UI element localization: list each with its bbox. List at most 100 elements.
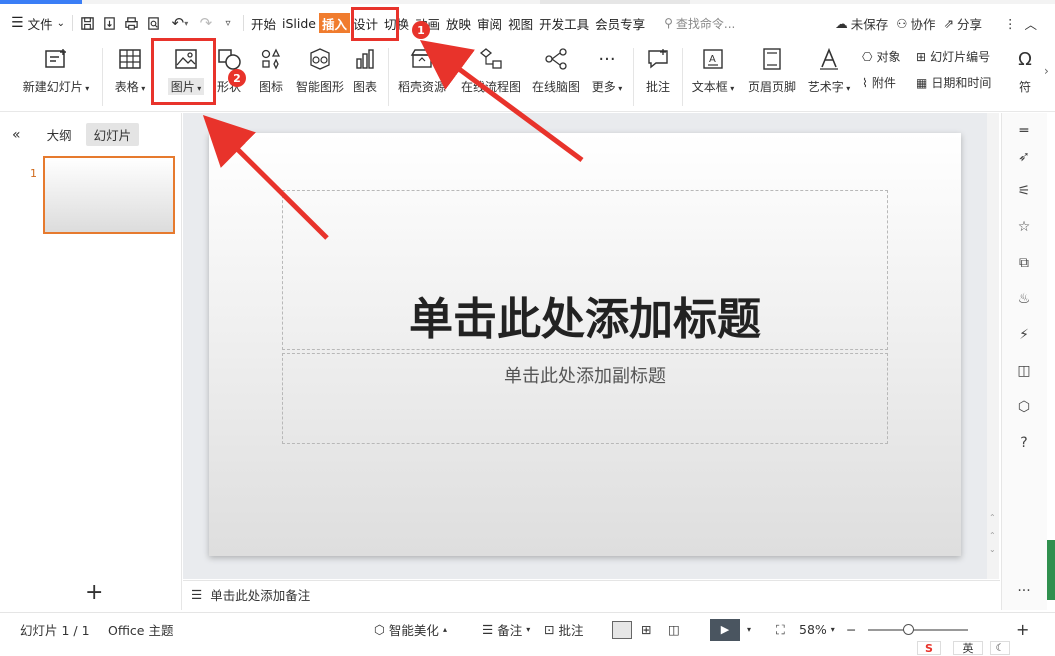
tab-outline[interactable]: 大纲 [47, 125, 72, 144]
title-placeholder[interactable]: 单击此处添加标题 [282, 190, 888, 350]
tab-developer[interactable]: 开发工具 [536, 11, 592, 35]
ribbon-divider [682, 48, 683, 106]
mindmap-icon [541, 44, 571, 74]
tab-review[interactable]: 审阅 [474, 11, 505, 35]
print-icon[interactable] [121, 11, 143, 35]
brush-icon[interactable]: ♨ [1014, 289, 1034, 309]
tab-slides[interactable]: 幻灯片 [85, 123, 140, 146]
share-button[interactable]: ⇗ 分享 [943, 14, 982, 33]
wordart-button[interactable]: 艺术字 ▾ [804, 44, 854, 98]
daoke-resource-button[interactable]: 稻壳资源 [394, 44, 450, 98]
help-icon[interactable]: ? [1014, 433, 1034, 453]
symbol-button[interactable]: Ω 符 [1010, 44, 1040, 98]
more-options-icon[interactable]: ⋮ [1004, 16, 1017, 31]
datetime-button[interactable]: ▦ 日期和时间 [916, 74, 991, 91]
star-icon[interactable]: ☆ [1014, 217, 1034, 237]
slide-counter: 幻灯片 1 / 1 [20, 623, 90, 638]
theme-name[interactable]: Office 主题 [108, 620, 173, 639]
notes-icon: ☰ [191, 587, 203, 602]
table-icon [115, 44, 145, 74]
customize-toolbar-icon[interactable]: ▿ [217, 11, 239, 35]
slideshow-icon[interactable]: ⧉ [1014, 253, 1034, 273]
attachment-button[interactable]: ⌇ 附件 [862, 74, 896, 91]
collab-button[interactable]: ⚇ 协作 [896, 14, 935, 33]
command-search[interactable]: ⚲ 查找命令... [664, 15, 735, 32]
search-placeholder: 查找命令... [675, 16, 736, 31]
export-pdf-icon[interactable] [99, 11, 121, 35]
comment-toggle[interactable]: ⊡ 批注 [544, 620, 584, 639]
subtitle-placeholder[interactable]: 单击此处添加副标题 [282, 353, 888, 444]
chart-button[interactable]: 图表 [348, 44, 382, 98]
divider [71, 15, 73, 31]
notes-toggle[interactable]: ☰ 备注 ▾ [482, 620, 530, 639]
slide-number-button[interactable]: ⊞ 幻灯片编号 [916, 48, 990, 65]
play-icon: ▶ [710, 618, 740, 641]
zoom-level[interactable]: 58% ▾ [799, 622, 835, 637]
menu-bar: ☰ 文件 ⌄ ↶▾ ↷ ▿ 开始 iSlide 插入 设计 切换 动画 放映 审… [0, 6, 1055, 40]
share-label: 分享 [956, 16, 982, 32]
tab-islide[interactable]: iSlide [279, 11, 319, 35]
flowchart-button[interactable]: 在线流程图 [460, 44, 522, 98]
smart-graphic-button[interactable]: 智能图形 [292, 44, 348, 98]
object-button[interactable]: ⎔ 对象 [862, 48, 901, 65]
cube-icon[interactable]: ⬡ [1014, 397, 1034, 417]
tab-view[interactable]: 视图 [505, 11, 536, 35]
table-button[interactable]: 表格 ▾ [110, 44, 150, 98]
book-icon[interactable]: ◫ [1014, 361, 1034, 381]
attachment-label: 附件 [871, 76, 896, 90]
print-preview-icon[interactable] [143, 11, 165, 35]
adjust-icon[interactable]: ⚟ [1014, 181, 1034, 201]
tab-slideshow[interactable]: 放映 [443, 11, 474, 35]
redo-icon[interactable]: ↷ [195, 11, 217, 35]
smart-beautify-button[interactable]: ⬡ 智能美化 ▴ [374, 620, 447, 639]
header-footer-button[interactable]: 页眉页脚 [746, 44, 798, 98]
reading-view-icon[interactable]: ◫ [668, 622, 680, 637]
file-menu-label: 文件 [27, 16, 53, 32]
scroll-up-icon[interactable]: ⌃ [989, 531, 996, 540]
rocket-icon[interactable]: ➶ [1014, 147, 1034, 167]
undo-icon[interactable]: ↶ ▾ [165, 11, 195, 35]
notes-bar[interactable]: ☰ 单击此处添加备注 [183, 580, 1000, 608]
right-menu: ☁ 未保存 ⚇ 协作 ⇗ 分享 ⋮ ︿ [835, 6, 1055, 40]
slide-thumbnail[interactable] [43, 156, 175, 234]
zoom-out-icon[interactable]: − [846, 622, 856, 637]
tab-insert[interactable]: 插入 [318, 13, 350, 33]
slide[interactable]: 单击此处添加标题 单击此处添加副标题 [209, 133, 961, 556]
ribbon-scroll-right-icon[interactable]: › [1044, 64, 1049, 78]
add-slide-icon[interactable]: + [85, 580, 103, 605]
slide-sorter-icon[interactable]: ⊞ [641, 622, 651, 637]
play-slideshow-button[interactable]: ▶ ▾ [710, 618, 751, 641]
normal-view-icon[interactable] [612, 620, 632, 639]
more-button[interactable]: ··· 更多 ▾ [588, 44, 626, 98]
tab-member[interactable]: 会员专享 [592, 11, 648, 35]
zoom-in-icon[interactable]: + [1016, 620, 1029, 639]
textbox-button[interactable]: A 文本框 ▾ [688, 44, 738, 98]
textbox-icon: A [698, 44, 728, 74]
zoom-value: 58% [799, 622, 827, 637]
file-menu[interactable]: ☰ 文件 ⌄ [8, 11, 68, 35]
icon-button[interactable]: 图标 [252, 44, 290, 98]
more-options-icon[interactable]: ··· [1014, 581, 1034, 601]
comment-button[interactable]: 批注 [640, 44, 676, 98]
table-label: 表格 [114, 80, 139, 94]
unsaved-status[interactable]: ☁ 未保存 [835, 14, 888, 33]
zoom-slider-handle[interactable] [902, 624, 914, 635]
save-icon[interactable] [77, 11, 99, 35]
ime-language[interactable]: 英 [953, 641, 983, 655]
icon-library-icon [256, 44, 286, 74]
search-icon: ⚲ [664, 16, 673, 30]
vertical-scrollbar[interactable]: ⌃ ⌃ ⌄ [987, 113, 999, 579]
new-slide-button[interactable]: 新建幻灯片 ▾ [20, 44, 92, 98]
scroll-up-icon[interactable]: ⌃ [989, 513, 996, 522]
scroll-down-icon[interactable]: ⌄ [989, 545, 996, 554]
collapse-ribbon-icon[interactable]: ︿ [1024, 14, 1037, 33]
tab-start[interactable]: 开始 [248, 11, 279, 35]
object-icon: ⎔ [862, 49, 873, 64]
bulb-icon[interactable]: ⚡ [1014, 325, 1034, 345]
mindmap-button[interactable]: 在线脑图 [530, 44, 582, 98]
moon-icon[interactable]: ☾ [990, 641, 1010, 655]
slide-thumbnail-number: 1 [30, 167, 37, 180]
fit-window-icon[interactable]: ⛶ [776, 622, 785, 638]
collapse-panel-icon[interactable]: « [12, 127, 21, 143]
zoom-slider[interactable] [868, 624, 968, 635]
